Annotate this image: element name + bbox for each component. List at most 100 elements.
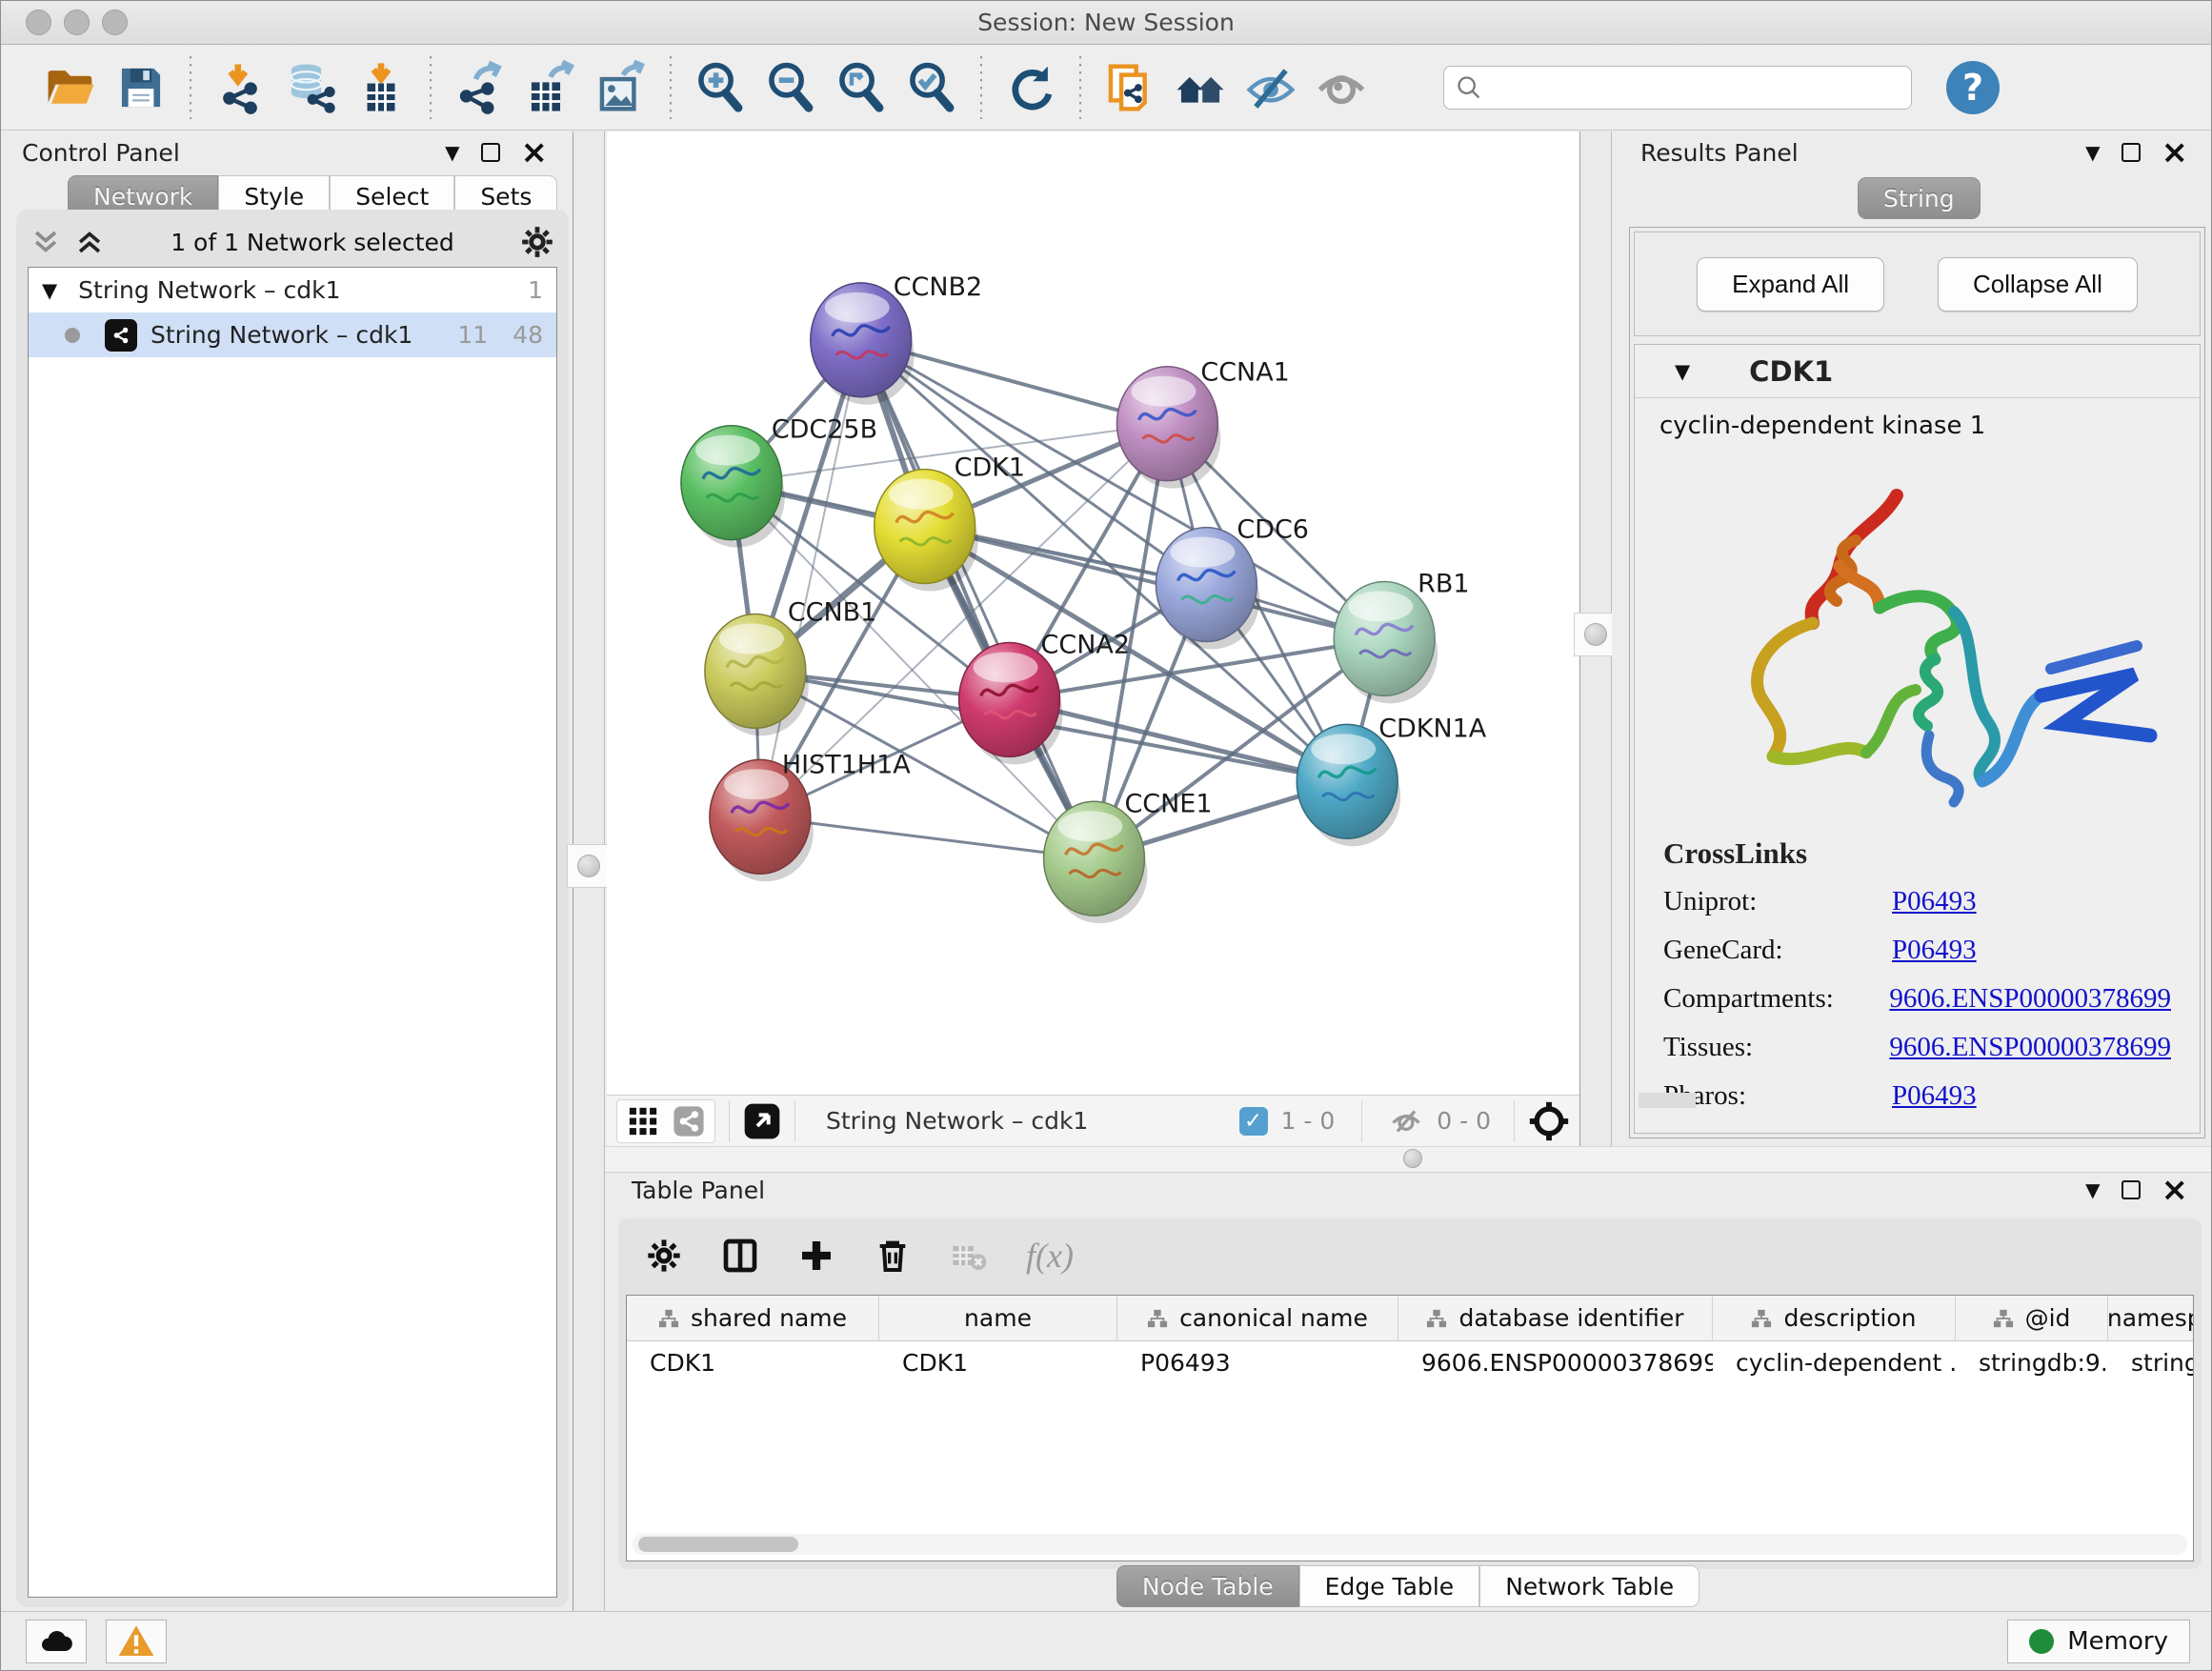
- left-divider-handle[interactable]: [567, 844, 611, 888]
- collapse-all-button[interactable]: Collapse All: [1938, 257, 2138, 312]
- genecard-link[interactable]: P06493: [1892, 935, 1977, 966]
- node-CDKN1A[interactable]: CDKN1A: [1297, 714, 1487, 846]
- column-header[interactable]: canonical name: [1117, 1296, 1398, 1340]
- column-header[interactable]: shared name: [627, 1296, 879, 1340]
- memory-button[interactable]: Memory: [2007, 1620, 2190, 1663]
- tab-string[interactable]: String: [1858, 177, 1981, 219]
- export-network-button[interactable]: [445, 53, 515, 122]
- crosslink-label: Compartments:: [1663, 983, 1889, 1015]
- grid-view-icon[interactable]: [627, 1105, 659, 1137]
- warning-status-button[interactable]: [106, 1620, 167, 1663]
- tab-network-table[interactable]: Network Table: [1479, 1565, 1699, 1607]
- clone-network-button[interactable]: [1095, 53, 1165, 122]
- node-CCNA1[interactable]: CCNA1: [1116, 358, 1289, 489]
- cell-name[interactable]: CDK1: [879, 1341, 1117, 1386]
- cell-shared-name[interactable]: CDK1: [627, 1341, 879, 1386]
- zoom-in-button[interactable]: [685, 53, 755, 122]
- import-network-from-database-button[interactable]: [275, 53, 346, 122]
- column-header[interactable]: name: [879, 1296, 1117, 1340]
- node-table[interactable]: shared name name canonical name: [626, 1295, 2194, 1561]
- table-row[interactable]: CDK1 CDK1 P06493 9606.ENSP00000378699 cy…: [627, 1341, 2193, 1386]
- node-CDC25B[interactable]: CDC25B: [681, 415, 877, 548]
- table-panel-title: Table Panel: [632, 1177, 765, 1204]
- compartments-link[interactable]: 9606.ENSP00000378699: [1889, 983, 2171, 1015]
- hidden-counts: 0 - 0: [1437, 1107, 1491, 1135]
- network-row[interactable]: String Network – cdk1 11 48: [29, 312, 556, 357]
- right-panel-divider[interactable]: [1579, 131, 1612, 1146]
- home-views-button[interactable]: [1165, 53, 1236, 122]
- save-session-button[interactable]: [106, 53, 176, 122]
- zoom-selected-button[interactable]: [896, 53, 967, 122]
- tab-node-table[interactable]: Node Table: [1116, 1565, 1299, 1607]
- table-panel-collapse-icon[interactable]: ▼: [2085, 1178, 2100, 1201]
- table-panel-close-icon[interactable]: ×: [2162, 1180, 2189, 1199]
- table-panel-float-icon[interactable]: [2122, 1180, 2141, 1199]
- node-CDK1[interactable]: CDK1: [875, 453, 1025, 592]
- control-panel-collapse-icon[interactable]: ▼: [445, 141, 459, 164]
- node-CCNB2[interactable]: CCNB2: [811, 272, 982, 405]
- column-header[interactable]: @id: [1956, 1296, 2108, 1340]
- string-network-graph[interactable]: CCNB2CCNA1CDC25BCDK1CDC6RB1CCNB1CCNA2CDK…: [607, 131, 1579, 1095]
- gene-card-expander-icon[interactable]: ▼: [1675, 360, 1690, 383]
- column-header[interactable]: database identifier: [1398, 1296, 1713, 1340]
- tree-expander-icon[interactable]: ▼: [42, 279, 57, 302]
- export-network-icon: [452, 60, 508, 115]
- tab-edge-table[interactable]: Edge Table: [1299, 1565, 1480, 1607]
- tissues-link[interactable]: 9606.ENSP00000378699: [1889, 1032, 2171, 1063]
- pharos-link[interactable]: P06493: [1892, 1080, 1977, 1112]
- node-CCNA2[interactable]: CCNA2: [959, 630, 1130, 764]
- results-panel-collapse-icon[interactable]: ▼: [2085, 141, 2100, 164]
- scrollbar-thumb[interactable]: [638, 1537, 798, 1552]
- column-header[interactable]: description: [1713, 1296, 1956, 1340]
- hide-graphics-button[interactable]: [1236, 53, 1306, 122]
- show-columns-icon[interactable]: [721, 1237, 759, 1275]
- cell-description[interactable]: cyclin-dependent ...: [1713, 1341, 1956, 1386]
- refresh-button[interactable]: [995, 53, 1066, 122]
- delete-column-icon[interactable]: [874, 1237, 912, 1275]
- toolbar-search[interactable]: [1443, 66, 1912, 110]
- network-panel-box: 1 of 1 Network selected ▼ String Network…: [16, 210, 569, 1607]
- expand-all-icon[interactable]: [73, 226, 106, 258]
- node-RB1[interactable]: RB1: [1334, 570, 1469, 704]
- control-panel-float-icon[interactable]: [481, 143, 500, 162]
- results-scrollbar[interactable]: [1639, 1093, 1696, 1108]
- results-panel-close-icon[interactable]: ×: [2162, 143, 2189, 162]
- column-header[interactable]: namespace: [2108, 1296, 2194, 1340]
- table-horizontal-scrollbar[interactable]: [633, 1534, 2187, 1555]
- node-HIST1H1A[interactable]: HIST1H1A: [710, 750, 911, 881]
- results-panel-float-icon[interactable]: [2122, 143, 2141, 162]
- search-input[interactable]: [1482, 74, 1900, 101]
- network-collection-row[interactable]: ▼ String Network – cdk1 1: [29, 268, 556, 312]
- selected-checkbox[interactable]: ✓: [1239, 1107, 1268, 1136]
- cell-canonical-name[interactable]: P06493: [1117, 1341, 1398, 1386]
- cell-id[interactable]: stringdb:9...: [1956, 1341, 2108, 1386]
- cloud-status-button[interactable]: [26, 1620, 87, 1663]
- zoom-out-button[interactable]: [755, 53, 826, 122]
- table-options-gear-icon[interactable]: [645, 1237, 683, 1275]
- import-table-button[interactable]: [346, 53, 416, 122]
- gear-icon[interactable]: [519, 224, 555, 260]
- import-network-button[interactable]: [205, 53, 275, 122]
- export-table-button[interactable]: [515, 53, 586, 122]
- fit-selected-crosshair-icon[interactable]: [1528, 1100, 1570, 1142]
- network-share-view-icon[interactable]: [673, 1105, 705, 1137]
- tree-column-icon: [1751, 1308, 1772, 1329]
- help-button[interactable]: ?: [1946, 61, 2000, 114]
- expand-all-button[interactable]: Expand All: [1697, 257, 1884, 312]
- export-image-button[interactable]: [586, 53, 656, 122]
- table-panel-divider[interactable]: [605, 1146, 2211, 1173]
- add-column-icon[interactable]: [797, 1237, 835, 1275]
- left-panel-divider[interactable]: [573, 131, 605, 1611]
- open-session-button[interactable]: [35, 53, 106, 122]
- node-CCNB1[interactable]: CCNB1: [705, 597, 876, 735]
- birdseye-view-icon[interactable]: [743, 1102, 781, 1140]
- network-canvas[interactable]: CCNB2CCNA1CDC25BCDK1CDC6RB1CCNB1CCNA2CDK…: [607, 131, 1579, 1095]
- uniprot-link[interactable]: P06493: [1892, 886, 1977, 917]
- node-CCNE1[interactable]: CCNE1: [1044, 789, 1213, 923]
- show-graphics-button[interactable]: [1306, 53, 1377, 122]
- control-panel-close-icon[interactable]: ×: [521, 143, 549, 162]
- cell-database-identifier[interactable]: 9606.ENSP00000378699: [1398, 1341, 1713, 1386]
- zoom-fit-button[interactable]: [826, 53, 896, 122]
- cell-namespace[interactable]: stringdb: [2108, 1341, 2194, 1386]
- collapse-all-icon[interactable]: [30, 226, 62, 258]
